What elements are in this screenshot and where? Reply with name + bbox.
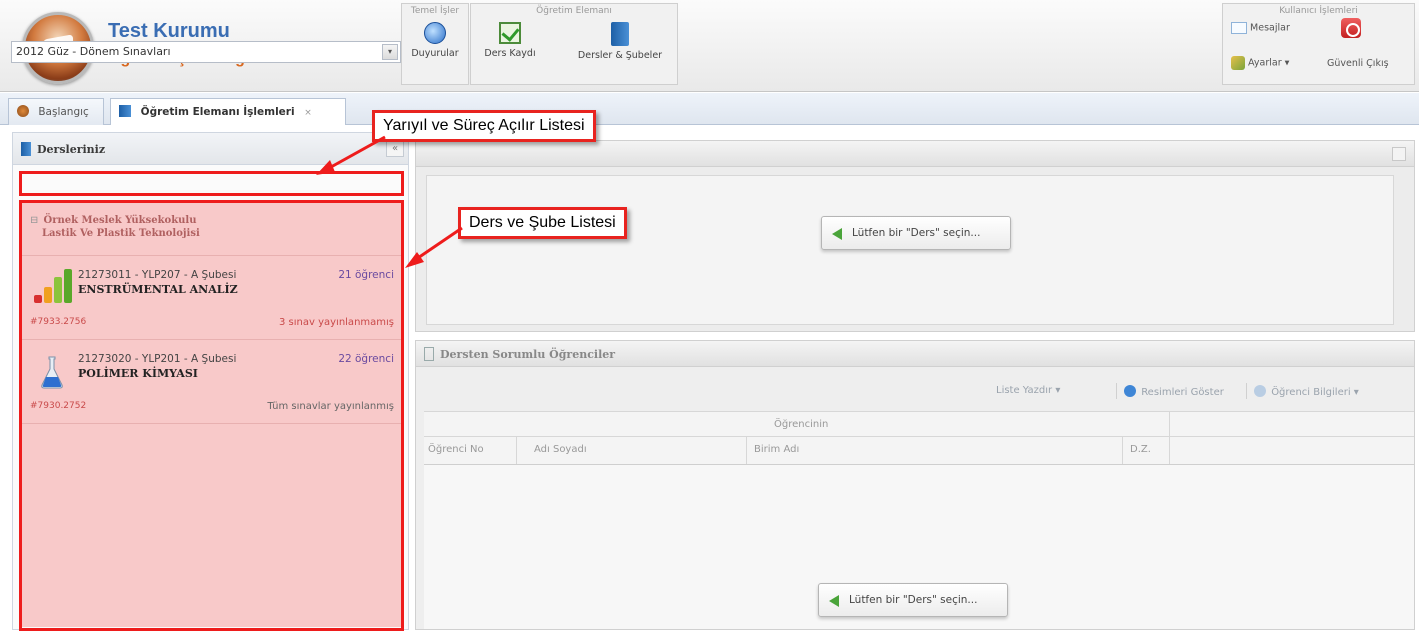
messages-button[interactable]: Mesajlar xyxy=(1231,22,1290,34)
institution-name: Test Kurumu xyxy=(108,20,230,42)
info-icon xyxy=(1124,385,1136,397)
column-student-no[interactable]: Öğrenci No xyxy=(428,444,484,455)
course-detail-header xyxy=(416,141,1414,167)
settings-button[interactable]: Ayarlar ▾ xyxy=(1231,56,1289,70)
course-detail-body: Lütfen bir "Ders" seçin... xyxy=(426,175,1394,325)
book-icon xyxy=(611,22,629,46)
responsible-students-panel: Dersten Sorumlu Öğrenciler Liste Yazdır … xyxy=(415,340,1415,630)
check-document-icon xyxy=(499,22,521,44)
wrench-icon xyxy=(1231,56,1245,70)
tab-home[interactable]: Başlangıç xyxy=(8,98,104,125)
power-button-icon-wrap[interactable] xyxy=(1341,18,1361,41)
students-grid-body: Lütfen bir "Ders" seçin... xyxy=(424,465,1414,629)
course-list-highlight xyxy=(19,200,404,631)
show-pictures-button[interactable]: Resimleri Göster xyxy=(1124,385,1224,398)
column-unit[interactable]: Birim Adı xyxy=(754,444,799,455)
logout-button[interactable]: Güvenli Çıkış xyxy=(1327,58,1389,69)
power-icon xyxy=(1341,18,1361,38)
info-icon xyxy=(1254,385,1266,397)
courses-panel-title: Dersleriniz xyxy=(37,143,106,156)
grid-group-header: Öğrencinin xyxy=(424,411,1414,437)
term-callout: Yarıyıl ve Süreç Açılır Listesi xyxy=(372,110,596,142)
globe-icon xyxy=(424,22,446,44)
select-course-hint: Lütfen bir "Ders" seçin... xyxy=(818,583,1008,617)
announcements-label: Duyurular xyxy=(411,48,459,59)
term-select-highlight xyxy=(19,171,404,196)
toolbar-group-title: Kullanıcı İşlemleri xyxy=(1279,6,1358,16)
student-info-button[interactable]: Öğrenci Bilgileri ▾ xyxy=(1254,385,1359,398)
announcements-button[interactable]: Duyurular xyxy=(405,22,465,59)
term-select-value: 2012 Güz - Dönem Sınavları xyxy=(16,45,171,58)
courses-sections-button[interactable]: Dersler & Şubeler xyxy=(565,22,675,61)
messages-label: Mesajlar xyxy=(1250,22,1290,34)
mail-icon xyxy=(1231,22,1247,34)
close-icon[interactable]: × xyxy=(304,108,312,118)
tab-home-label: Başlangıç xyxy=(38,106,89,118)
home-icon xyxy=(17,105,29,117)
course-registration-button[interactable]: Ders Kaydı xyxy=(477,22,543,59)
panel-tool-button[interactable] xyxy=(1392,147,1406,161)
settings-label: Ayarlar ▾ xyxy=(1248,57,1290,69)
print-list-button[interactable]: Liste Yazdır ▾ xyxy=(996,385,1060,396)
grid-group-label: Öğrencinin xyxy=(774,419,829,430)
select-course-hint: Lütfen bir "Ders" seçin... xyxy=(821,216,1011,250)
toolbar-group-instructor: Öğretim Elemanı Ders Kaydı Dersler & Şub… xyxy=(470,3,678,85)
toolbar-group-title: Temel İşler xyxy=(410,6,460,16)
tab-instructor-label: Öğretim Elemanı İşlemleri xyxy=(140,106,295,118)
students-toolbar: Liste Yazdır ▾ Resimleri Göster Öğrenci … xyxy=(416,381,1414,403)
show-pictures-label: Resimleri Göster xyxy=(1141,387,1224,398)
book-icon xyxy=(21,142,31,156)
toolbar-group-basic: Temel İşler Duyurular xyxy=(401,3,469,85)
column-dz[interactable]: D.Z. xyxy=(1130,444,1151,455)
term-select[interactable]: 2012 Güz - Dönem Sınavları ▾ xyxy=(11,41,401,63)
collapse-button[interactable]: « xyxy=(386,141,404,157)
arrow-left-icon xyxy=(829,595,839,607)
student-info-label: Öğrenci Bilgileri ▾ xyxy=(1271,387,1359,398)
arrow-left-icon xyxy=(832,228,842,240)
courses-panel-header: Dersleriniz « xyxy=(13,133,408,165)
book-icon xyxy=(119,105,131,117)
tab-bar: Başlangıç Öğretim Elemanı İşlemleri × xyxy=(0,93,1419,125)
column-name[interactable]: Adı Soyadı xyxy=(534,444,587,455)
chevron-down-icon[interactable]: ▾ xyxy=(382,44,398,60)
select-course-hint-text: Lütfen bir "Ders" seçin... xyxy=(849,594,978,606)
students-icon xyxy=(424,347,434,361)
toolbar-group-title: Öğretim Elemanı xyxy=(536,6,612,16)
toolbar-group-user: Kullanıcı İşlemleri Mesajlar Ayarlar ▾ G… xyxy=(1222,3,1415,85)
courses-sections-label: Dersler & Şubeler xyxy=(577,50,663,61)
tab-instructor-operations[interactable]: Öğretim Elemanı İşlemleri × xyxy=(110,98,346,125)
course-registration-label: Ders Kaydı xyxy=(484,48,536,59)
students-panel-header: Dersten Sorumlu Öğrenciler xyxy=(416,341,1414,367)
course-callout: Ders ve Şube Listesi xyxy=(458,207,627,239)
students-panel-title: Dersten Sorumlu Öğrenciler xyxy=(440,348,616,361)
grid-column-header: Öğrenci No Adı Soyadı Birim Adı D.Z. xyxy=(424,437,1414,465)
select-course-hint-text: Lütfen bir "Ders" seçin... xyxy=(852,227,981,239)
